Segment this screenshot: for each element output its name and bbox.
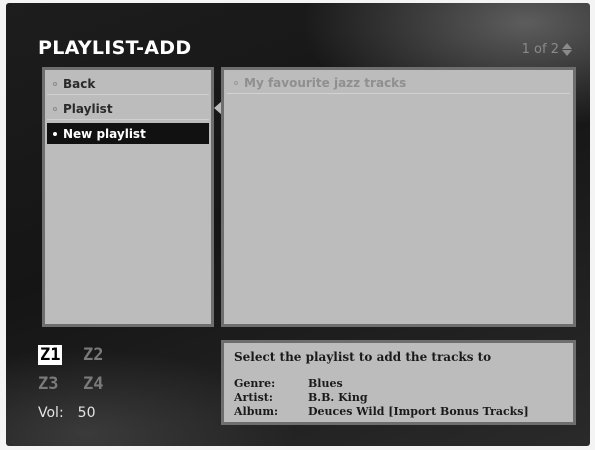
- album-value: Deuces Wild [Import Bonus Tracks]: [308, 405, 529, 418]
- genre-label: Genre:: [234, 377, 276, 390]
- info-row-genre: Genre: Blues: [234, 377, 343, 390]
- genre-value: Blues: [308, 377, 343, 390]
- artist-label: Artist:: [234, 391, 273, 404]
- info-row-album: Album: Deuces Wild [Import Bonus Tracks]: [234, 405, 529, 418]
- screen: PLAYLIST-ADD 1 of 2 Back Playlist New pl…: [6, 3, 590, 446]
- up-down-arrows-icon[interactable]: [562, 43, 572, 56]
- info-row-artist: Artist: B.B. King: [234, 391, 368, 404]
- info-heading: Select the playlist to add the tracks to: [234, 350, 492, 364]
- menu-item-label: New playlist: [63, 126, 146, 141]
- menu-item-back[interactable]: Back: [47, 73, 209, 95]
- menu-item-label: Back: [63, 76, 96, 91]
- volume-label: Vol:: [38, 405, 64, 421]
- volume-value: 50: [77, 405, 96, 421]
- artist-value: B.B. King: [308, 391, 368, 404]
- info-panel: Select the playlist to add the tracks to…: [221, 340, 576, 425]
- album-label: Album:: [234, 405, 279, 418]
- volume-display: Vol: 50: [38, 405, 96, 421]
- bullet-icon: [53, 81, 57, 86]
- playlist-item-label: My favourite jazz tracks: [244, 76, 407, 90]
- page-indicator-text: 1 of 2: [521, 42, 559, 57]
- bullet-icon: [234, 81, 238, 85]
- zone-z3[interactable]: Z3: [38, 374, 58, 394]
- zone-z2[interactable]: Z2: [83, 345, 103, 365]
- bullet-icon: [53, 106, 57, 111]
- playlist-item[interactable]: My favourite jazz tracks: [227, 73, 570, 94]
- zone-z4[interactable]: Z4: [83, 374, 103, 394]
- menu-item-playlist[interactable]: Playlist: [47, 98, 209, 120]
- zone-z1[interactable]: Z1: [38, 345, 63, 365]
- playlist-panel: My favourite jazz tracks: [221, 67, 576, 327]
- page-title: PLAYLIST-ADD: [38, 37, 192, 59]
- bullet-icon: [53, 131, 57, 136]
- menu-panel: Back Playlist New playlist: [42, 67, 214, 327]
- page-indicator[interactable]: 1 of 2: [522, 42, 572, 57]
- menu-item-new-playlist[interactable]: New playlist: [47, 123, 209, 144]
- menu-item-label: Playlist: [63, 101, 113, 116]
